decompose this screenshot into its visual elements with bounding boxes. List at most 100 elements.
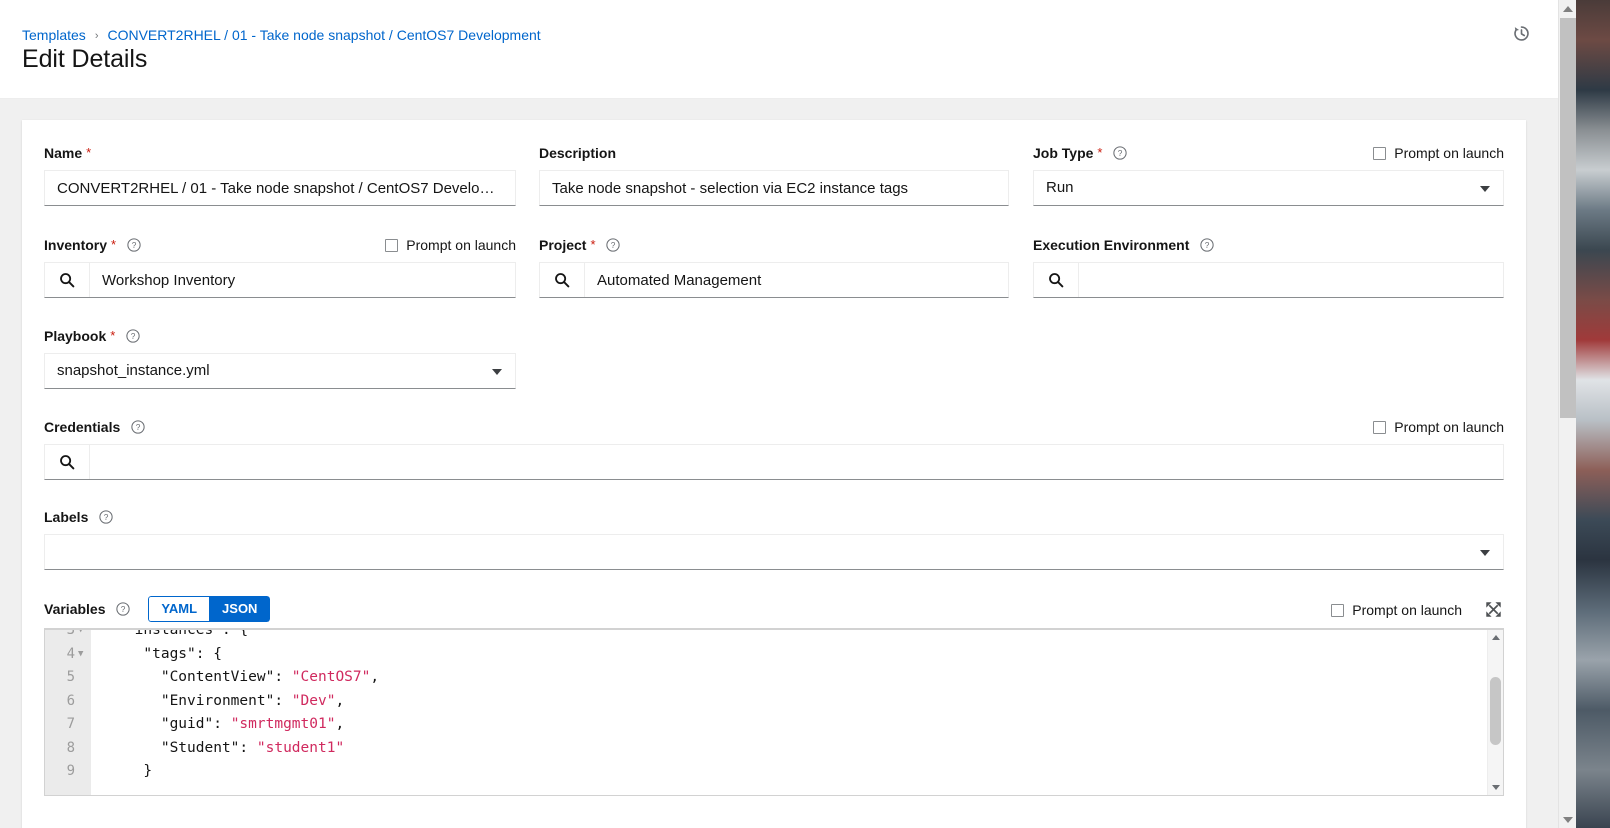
page-scroll-down-icon[interactable] [1559,811,1576,828]
labels-select[interactable] [44,534,1504,570]
chevron-down-icon [492,369,502,375]
execution-environment-lookup [1033,262,1504,298]
history-icon[interactable] [1506,18,1536,48]
variables-help-icon[interactable]: ? [116,602,130,621]
form-row-variables: Variables ? YAML JSON Prompt on launch "… [44,596,1504,796]
inventory-prompt-checkbox[interactable] [385,238,399,252]
variables-label: Variables [44,601,106,617]
credentials-prompt-label: Prompt on launch [1394,419,1504,435]
code-string-token: "student1" [256,739,345,756]
code-token: , [335,692,345,709]
playbook-value: snapshot_instance.yml [57,362,210,379]
variables-code-editor[interactable]: "instances": { "tags": { "ContentView": … [44,628,1504,796]
execution-environment-help-icon[interactable]: ? [1200,238,1214,257]
chevron-down-icon [1480,186,1490,192]
project-help-icon[interactable]: ? [606,238,620,257]
inventory-help-icon[interactable]: ? [126,238,141,257]
code-token: "guid": [160,716,231,732]
variables-prompt-on-launch[interactable]: Prompt on launch [1331,599,1462,621]
inventory-prompt-label: Prompt on launch [406,237,516,253]
breadcrumb-separator-icon: › [94,30,99,42]
credentials-lookup [44,444,1504,480]
project-lookup [539,262,1009,298]
editor-line: } [91,760,1487,784]
name-input[interactable] [44,170,516,206]
variables-mode-yaml[interactable]: YAML [148,596,211,622]
credentials-input[interactable] [90,445,1503,479]
project-search-icon[interactable] [540,263,585,297]
job-type-help-icon[interactable]: ? [1113,146,1127,165]
page-scroll-up-icon[interactable] [1559,0,1576,17]
credentials-prompt-on-launch[interactable]: Prompt on launch [1373,416,1504,438]
editor-line: "ContentView": "CentOS7", [91,666,1487,690]
inventory-required-marker: * [111,237,117,252]
breadcrumb-item-templates[interactable]: Templates [22,27,86,43]
code-token: "ContentView": [160,669,292,685]
field-project: Project * ? [539,234,1009,298]
variables-mode-json[interactable]: JSON [210,596,271,622]
field-playbook: Playbook * ? snapshot_instance.yml [44,325,516,389]
chevron-down-icon [1480,550,1490,556]
field-labels: Labels ? [44,506,1504,570]
name-required-marker: * [86,145,92,160]
variables-prompt-label: Prompt on launch [1352,602,1462,618]
editor-line-number: 5 [66,669,75,685]
editor-scroll-thumb[interactable] [1490,677,1501,745]
project-input[interactable] [585,263,1008,297]
job-type-prompt-label: Prompt on launch [1394,145,1504,161]
form-row-1: Name* Description Job Type* [44,142,1504,234]
editor-top-edge [45,629,1503,630]
editor-line-number: 8 [66,739,75,756]
field-name: Name * [44,142,516,206]
execution-environment-search-icon[interactable] [1034,263,1079,297]
breadcrumb: Templates › CONVERT2RHEL / 01 - Take node … [22,26,541,45]
svg-text:?: ? [104,512,109,522]
code-token: , [335,716,345,732]
svg-text:?: ? [611,240,616,250]
form-row-2: Inventory * ? Prompt on launch Workshop … [44,234,1504,325]
code-string-token: "CentOS7" [291,669,371,685]
description-input[interactable] [539,170,1009,206]
breadcrumb-item-template[interactable]: CONVERT2RHEL / 01 - Take node snapshot /… [107,27,540,43]
code-token: "tags": { [143,645,222,662]
form-row-3: Playbook * ? snapshot_instance.yml [44,325,1504,416]
svg-text:?: ? [130,331,135,341]
credentials-help-icon[interactable]: ? [131,420,145,439]
svg-text:?: ? [135,422,140,432]
app-root: Templates › CONVERT2RHEL / 01 - Take node … [0,0,1610,828]
editor-fold-toggle-icon[interactable]: ▼ [78,643,88,667]
credentials-prompt-checkbox[interactable] [1373,420,1387,434]
page-scroll-thumb[interactable] [1560,18,1576,418]
expand-icon[interactable] [1482,598,1504,620]
labels-help-icon[interactable]: ? [99,510,113,529]
inventory-input[interactable] [90,263,515,297]
inventory-search-icon[interactable] [45,263,90,297]
inventory-lookup [44,262,516,298]
editor-scroll-up-icon[interactable] [1488,630,1503,644]
job-type-prompt-checkbox[interactable] [1373,146,1387,160]
labels-label: Labels [44,509,89,525]
form-row-labels: Labels ? [44,506,1504,596]
code-token: "instances": { [125,629,249,638]
field-description: Description [539,142,1009,206]
page-vertical-scrollbar[interactable] [1558,0,1576,828]
field-credentials: Credentials ? Prompt on launch [44,416,1504,480]
execution-environment-input[interactable] [1079,263,1503,297]
variables-prompt-checkbox[interactable] [1331,603,1345,617]
playbook-select[interactable]: snapshot_instance.yml [44,353,516,389]
credentials-search-icon[interactable] [45,445,90,479]
playbook-help-icon[interactable]: ? [126,329,140,348]
editor-fold-toggle-icon[interactable]: ▼ [78,629,88,643]
editor-scroll-down-icon[interactable] [1488,780,1503,794]
job-type-prompt-on-launch[interactable]: Prompt on launch [1373,142,1504,164]
inventory-prompt-on-launch[interactable]: Prompt on launch [385,234,516,256]
svg-text:?: ? [1118,148,1123,158]
page-header: Templates › CONVERT2RHEL / 01 - Take node … [0,0,1558,99]
code-token: "Environment": [160,692,292,709]
editor-code-area[interactable]: "instances": { "tags": { "ContentView": … [91,629,1487,795]
form-row-credentials: Credentials ? Prompt on launch [44,416,1504,506]
job-type-select[interactable]: Run [1033,170,1504,206]
execution-environment-label: Execution Environment [1033,237,1190,253]
editor-vertical-scrollbar[interactable] [1487,629,1503,795]
code-string-token: "smrtmgmt01" [230,716,336,732]
